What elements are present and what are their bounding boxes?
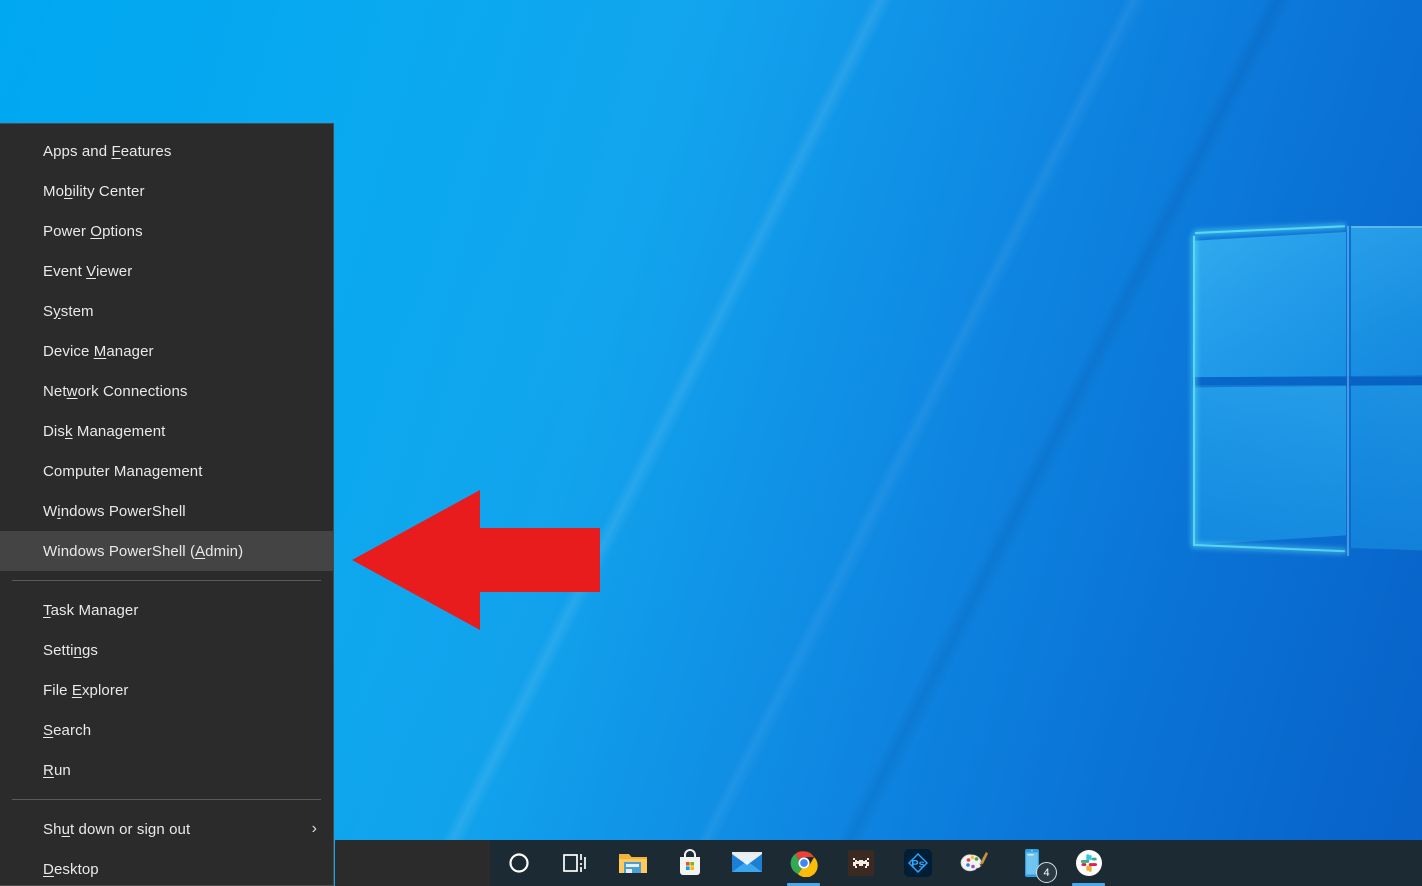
paint-icon[interactable] xyxy=(946,840,1003,886)
menu-item-device-manager[interactable]: Device Manager xyxy=(0,331,333,371)
menu-item-windows-powershell[interactable]: Windows PowerShell xyxy=(0,491,333,531)
menu-item-run[interactable]: Run xyxy=(0,750,333,790)
menu-item-label: Windows PowerShell xyxy=(43,503,186,520)
menu-item-accelerator: O xyxy=(90,223,102,240)
menu-item-disk-management[interactable]: Disk Management xyxy=(0,411,333,451)
cortana-icon[interactable] xyxy=(490,840,547,886)
menu-item-file-explorer[interactable]: File Explorer xyxy=(0,670,333,710)
menu-item-label: Task Manager xyxy=(43,602,138,619)
photoshop-glyph: Ps xyxy=(911,858,924,870)
menu-item-desktop[interactable]: Desktop xyxy=(0,849,333,886)
menu-item-label: Settings xyxy=(43,642,98,659)
google-chrome-icon[interactable] xyxy=(775,840,832,886)
menu-item-apps-and-features[interactable]: Apps and Features xyxy=(0,131,333,171)
red-pointer-arrow xyxy=(352,490,600,630)
menu-item-accelerator: y xyxy=(53,303,61,320)
logo-edge-top-right xyxy=(1351,226,1422,228)
menu-item-accelerator: E xyxy=(72,682,82,699)
menu-item-label: Mobility Center xyxy=(43,183,145,200)
menu-item-search[interactable]: Search xyxy=(0,710,333,750)
menu-item-system[interactable]: System xyxy=(0,291,333,331)
menu-item-label: Windows PowerShell (Admin) xyxy=(43,543,243,560)
menu-item-network-connections[interactable]: Network Connections xyxy=(0,371,333,411)
logo-pane-top-right xyxy=(1351,226,1422,377)
mail-icon[interactable] xyxy=(718,840,775,886)
menu-item-label: File Explorer xyxy=(43,682,129,699)
menu-item-accelerator: V xyxy=(86,263,96,280)
microsoft-store-icon[interactable] xyxy=(661,840,718,886)
menu-item-task-manager[interactable]: Task Manager xyxy=(0,590,333,630)
logo-pane-bottom-right xyxy=(1351,385,1422,553)
logo-glow-bottom xyxy=(1195,544,1345,552)
menu-item-event-viewer[interactable]: Event Viewer xyxy=(0,251,333,291)
menu-item-accelerator: S xyxy=(43,722,53,739)
menu-item-label: Computer Management xyxy=(43,463,203,480)
menu-item-label: Disk Management xyxy=(43,423,165,440)
taskbar[interactable]: Ps 4 xyxy=(490,840,1422,886)
menu-separator xyxy=(12,580,321,581)
logo-glow-left xyxy=(1193,236,1195,546)
menu-item-accelerator: w xyxy=(67,383,78,400)
menu-item-computer-management[interactable]: Computer Management xyxy=(0,451,333,491)
logo-pane-top-left xyxy=(1194,232,1346,377)
menu-item-label: Event Viewer xyxy=(43,263,132,280)
menu-item-mobility-center[interactable]: Mobility Center xyxy=(0,171,333,211)
menu-item-settings[interactable]: Settings xyxy=(0,630,333,670)
menu-item-accelerator: A xyxy=(195,543,205,560)
logo-glow-top xyxy=(1195,225,1345,234)
menu-item-label: System xyxy=(43,303,94,320)
menu-item-accelerator: u xyxy=(62,821,70,838)
logo-mullion-horizontal xyxy=(1192,375,1422,388)
slack-icon[interactable] xyxy=(1060,840,1117,886)
menu-item-windows-powershell-admin[interactable]: Windows PowerShell (Admin) xyxy=(0,531,333,571)
logo-pane-bottom-left xyxy=(1194,385,1346,545)
task-view-icon[interactable] xyxy=(547,840,604,886)
menu-item-label: Apps and Features xyxy=(43,143,171,160)
menu-item-label: Desktop xyxy=(43,861,99,878)
menu-item-accelerator: T xyxy=(43,602,51,619)
menu-item-accelerator: k xyxy=(65,423,73,440)
menu-item-accelerator: n xyxy=(74,642,82,659)
menu-item-label: Shut down or sign out xyxy=(43,821,190,838)
menu-item-power-options[interactable]: Power Options xyxy=(0,211,333,251)
menu-item-label: Network Connections xyxy=(43,383,188,400)
logo-mullion-vertical xyxy=(1347,226,1349,556)
menu-item-label: Device Manager xyxy=(43,343,154,360)
menu-item-accelerator: R xyxy=(43,762,54,779)
menu-item-label: Run xyxy=(43,762,71,779)
space-invader-game-icon[interactable] xyxy=(832,840,889,886)
menu-item-accelerator: b xyxy=(64,183,72,200)
menu-item-accelerator: i xyxy=(57,503,60,520)
notification-badge: 4 xyxy=(1036,862,1057,883)
power-user-menu[interactable]: Apps and Features Mobility Center Power Op… xyxy=(0,123,334,886)
your-phone-icon[interactable]: 4 xyxy=(1003,840,1060,886)
menu-item-label: Power Options xyxy=(43,223,143,240)
menu-item-accelerator: D xyxy=(43,861,54,878)
taskbar-left-filler xyxy=(335,840,490,886)
menu-separator xyxy=(12,799,321,800)
chevron-right-icon: › xyxy=(312,821,317,837)
menu-item-accelerator: g xyxy=(152,463,160,480)
menu-item-accelerator: F xyxy=(111,143,120,160)
windows-hero-logo xyxy=(1186,218,1422,628)
menu-item-label: Search xyxy=(43,722,91,739)
menu-item-shut-down-or-sign-out[interactable]: Shut down or sign out › xyxy=(0,809,333,849)
photoshop-icon[interactable]: Ps xyxy=(889,840,946,886)
menu-item-accelerator: M xyxy=(94,343,107,360)
file-explorer-icon[interactable] xyxy=(604,840,661,886)
